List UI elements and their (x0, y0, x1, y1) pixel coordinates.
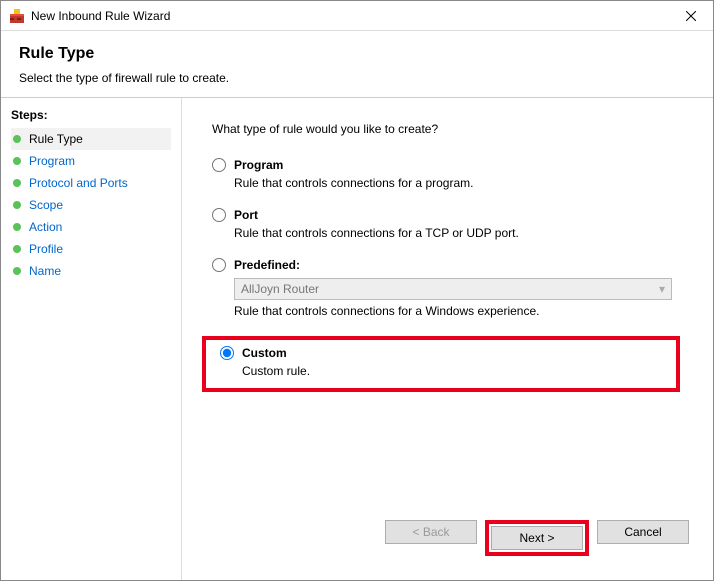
option-custom: Custom Custom rule. (212, 346, 670, 378)
prompt-text: What type of rule would you like to crea… (212, 122, 683, 136)
step-rule-type[interactable]: Rule Type (11, 128, 171, 150)
chevron-down-icon: ▾ (659, 282, 665, 296)
step-label: Program (29, 154, 75, 168)
page-title: Rule Type (19, 45, 695, 63)
body: Steps: Rule Type Program Protocol and Po… (1, 98, 713, 580)
bullet-icon (13, 201, 21, 209)
bullet-icon (13, 135, 21, 143)
bullet-icon (13, 157, 21, 165)
firewall-icon (9, 8, 25, 24)
next-button[interactable]: Next > (491, 526, 583, 550)
highlight-next: Next > (485, 520, 589, 556)
option-predefined-row[interactable]: Predefined: (212, 258, 695, 272)
back-button: < Back (385, 520, 477, 544)
bullet-icon (13, 223, 21, 231)
option-custom-desc: Custom rule. (242, 364, 670, 378)
bullet-icon (13, 179, 21, 187)
option-program-label: Program (234, 158, 283, 172)
step-label: Action (29, 220, 62, 234)
steps-heading: Steps: (11, 108, 171, 122)
option-custom-label: Custom (242, 346, 287, 360)
option-program: Program Rule that controls connections f… (204, 158, 695, 190)
step-label: Scope (29, 198, 63, 212)
footer-buttons: < Back Next > Cancel (200, 512, 695, 570)
bullet-icon (13, 267, 21, 275)
main-panel: What type of rule would you like to crea… (181, 98, 713, 580)
header: Rule Type Select the type of firewall ru… (1, 31, 713, 97)
radio-program[interactable] (212, 158, 226, 172)
option-predefined-label: Predefined: (234, 258, 300, 272)
cancel-button[interactable]: Cancel (597, 520, 689, 544)
step-name[interactable]: Name (11, 260, 171, 282)
step-program[interactable]: Program (11, 150, 171, 172)
close-button[interactable] (668, 1, 713, 30)
option-port-desc: Rule that controls connections for a TCP… (234, 226, 695, 240)
step-label: Protocol and Ports (29, 176, 128, 190)
rule-type-options: Program Rule that controls connections f… (204, 158, 695, 406)
steps-sidebar: Steps: Rule Type Program Protocol and Po… (1, 98, 181, 580)
option-predefined: Predefined: AllJoyn Router ▾ Rule that c… (204, 258, 695, 318)
option-custom-row[interactable]: Custom (220, 346, 670, 360)
step-profile[interactable]: Profile (11, 238, 171, 260)
option-predefined-desc: Rule that controls connections for a Win… (234, 304, 695, 318)
option-port: Port Rule that controls connections for … (204, 208, 695, 240)
option-port-row[interactable]: Port (212, 208, 695, 222)
option-port-label: Port (234, 208, 258, 222)
wizard-window: New Inbound Rule Wizard Rule Type Select… (0, 0, 714, 581)
step-scope[interactable]: Scope (11, 194, 171, 216)
step-label: Name (29, 264, 61, 278)
page-subtitle: Select the type of firewall rule to crea… (19, 71, 695, 85)
radio-predefined[interactable] (212, 258, 226, 272)
radio-port[interactable] (212, 208, 226, 222)
step-label: Rule Type (29, 132, 83, 146)
option-program-desc: Rule that controls connections for a pro… (234, 176, 695, 190)
predefined-select: AllJoyn Router ▾ (234, 278, 672, 300)
close-icon (686, 11, 696, 21)
bullet-icon (13, 245, 21, 253)
option-program-row[interactable]: Program (212, 158, 695, 172)
step-action[interactable]: Action (11, 216, 171, 238)
step-protocol-ports[interactable]: Protocol and Ports (11, 172, 171, 194)
radio-custom[interactable] (220, 346, 234, 360)
step-label: Profile (29, 242, 63, 256)
titlebar: New Inbound Rule Wizard (1, 1, 713, 31)
highlight-custom: Custom Custom rule. (202, 336, 680, 392)
predefined-selected: AllJoyn Router (241, 282, 319, 296)
window-title: New Inbound Rule Wizard (31, 9, 668, 23)
